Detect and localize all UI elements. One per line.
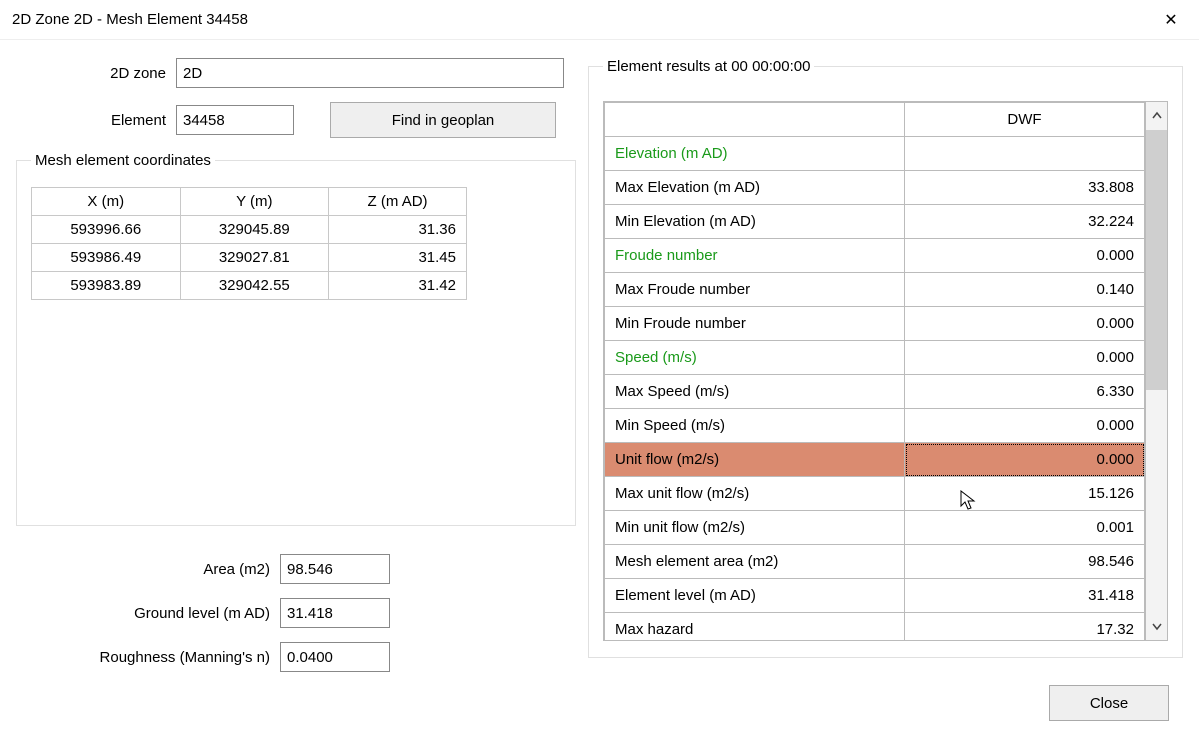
result-label: Max Speed (m/s) bbox=[605, 375, 905, 409]
scroll-up-icon[interactable] bbox=[1146, 102, 1167, 130]
area-input[interactable] bbox=[280, 554, 390, 584]
result-value: 33.808 bbox=[905, 171, 1145, 205]
zone-input[interactable] bbox=[176, 58, 564, 88]
window-title: 2D Zone 2D - Mesh Element 34458 bbox=[12, 11, 1155, 28]
titlebar: 2D Zone 2D - Mesh Element 34458 ✕ bbox=[0, 0, 1199, 40]
zone-label: 2D zone bbox=[16, 65, 176, 82]
element-results-group: Element results at 00 00:00:00 DWF Eleva… bbox=[588, 58, 1183, 658]
scroll-thumb[interactable] bbox=[1146, 130, 1167, 390]
result-value: 0.140 bbox=[905, 273, 1145, 307]
table-row[interactable]: 593986.49329027.8131.45 bbox=[32, 244, 467, 272]
roughness-input[interactable] bbox=[280, 642, 390, 672]
coord-x: 593986.49 bbox=[32, 244, 181, 272]
mesh-coordinates-legend: Mesh element coordinates bbox=[31, 152, 215, 169]
scroll-track[interactable] bbox=[1146, 130, 1167, 612]
coord-header-z: Z (m AD) bbox=[329, 188, 467, 216]
result-value: 0.000 bbox=[905, 409, 1145, 443]
result-value: 17.32 bbox=[905, 613, 1145, 642]
coord-header-x: X (m) bbox=[32, 188, 181, 216]
result-label: Unit flow (m2/s) bbox=[605, 443, 905, 477]
coord-header-y: Y (m) bbox=[180, 188, 329, 216]
table-row[interactable]: Min unit flow (m2/s)0.001 bbox=[605, 511, 1145, 545]
results-header-blank bbox=[605, 103, 905, 137]
result-value: 0.000 bbox=[905, 307, 1145, 341]
results-header-dwf: DWF bbox=[905, 103, 1145, 137]
result-value: 0.001 bbox=[905, 511, 1145, 545]
result-label: Min unit flow (m2/s) bbox=[605, 511, 905, 545]
table-row[interactable]: Min Froude number0.000 bbox=[605, 307, 1145, 341]
result-value: 6.330 bbox=[905, 375, 1145, 409]
result-label: Max Elevation (m AD) bbox=[605, 171, 905, 205]
close-button[interactable]: Close bbox=[1049, 685, 1169, 721]
table-row[interactable]: Min Speed (m/s)0.000 bbox=[605, 409, 1145, 443]
ground-level-input[interactable] bbox=[280, 598, 390, 628]
coord-y: 329027.81 bbox=[180, 244, 329, 272]
result-value: 0.000 bbox=[905, 341, 1145, 375]
table-row[interactable]: Mesh element area (m2)98.546 bbox=[605, 545, 1145, 579]
coord-z: 31.36 bbox=[329, 216, 467, 244]
table-row[interactable]: Min Elevation (m AD)32.224 bbox=[605, 205, 1145, 239]
results-scrollbar[interactable] bbox=[1146, 101, 1168, 641]
find-in-geoplan-button[interactable]: Find in geoplan bbox=[330, 102, 556, 138]
table-row[interactable]: Element level (m AD)31.418 bbox=[605, 579, 1145, 613]
scroll-down-icon[interactable] bbox=[1146, 612, 1167, 640]
coord-z: 31.45 bbox=[329, 244, 467, 272]
result-label: Froude number bbox=[605, 239, 905, 273]
area-label: Area (m2) bbox=[16, 561, 280, 578]
roughness-label: Roughness (Manning's n) bbox=[16, 649, 280, 666]
table-row[interactable]: Max Froude number0.140 bbox=[605, 273, 1145, 307]
coord-z: 31.42 bbox=[329, 272, 467, 300]
table-row[interactable]: Max hazard17.32 bbox=[605, 613, 1145, 642]
result-value: 0.000 bbox=[905, 239, 1145, 273]
result-label: Elevation (m AD) bbox=[605, 137, 905, 171]
close-icon[interactable]: ✕ bbox=[1155, 10, 1187, 30]
table-row[interactable]: Max Elevation (m AD)33.808 bbox=[605, 171, 1145, 205]
table-row[interactable]: 593996.66329045.8931.36 bbox=[32, 216, 467, 244]
element-results-legend: Element results at 00 00:00:00 bbox=[603, 58, 814, 75]
result-label: Speed (m/s) bbox=[605, 341, 905, 375]
table-row[interactable]: Elevation (m AD) bbox=[605, 137, 1145, 171]
coord-y: 329042.55 bbox=[180, 272, 329, 300]
result-value: 98.546 bbox=[905, 545, 1145, 579]
result-value: 31.418 bbox=[905, 579, 1145, 613]
table-row[interactable]: 593983.89329042.5531.42 bbox=[32, 272, 467, 300]
result-label: Max hazard bbox=[605, 613, 905, 642]
result-label: Mesh element area (m2) bbox=[605, 545, 905, 579]
result-value bbox=[905, 137, 1145, 171]
result-label: Element level (m AD) bbox=[605, 579, 905, 613]
result-label: Min Elevation (m AD) bbox=[605, 205, 905, 239]
element-input[interactable] bbox=[176, 105, 294, 135]
results-table[interactable]: DWF Elevation (m AD)Max Elevation (m AD)… bbox=[604, 102, 1145, 641]
result-label: Max Froude number bbox=[605, 273, 905, 307]
ground-level-label: Ground level (m AD) bbox=[16, 605, 280, 622]
result-value: 32.224 bbox=[905, 205, 1145, 239]
result-value: 0.000 bbox=[905, 443, 1145, 477]
coordinates-table[interactable]: X (m) Y (m) Z (m AD) 593996.66329045.893… bbox=[31, 187, 467, 300]
table-row[interactable]: Speed (m/s)0.000 bbox=[605, 341, 1145, 375]
result-value: 15.126 bbox=[905, 477, 1145, 511]
element-label: Element bbox=[16, 112, 176, 129]
result-label: Min Froude number bbox=[605, 307, 905, 341]
mesh-coordinates-group: Mesh element coordinates X (m) Y (m) Z (… bbox=[16, 152, 576, 526]
result-label: Max unit flow (m2/s) bbox=[605, 477, 905, 511]
coord-y: 329045.89 bbox=[180, 216, 329, 244]
table-row[interactable]: Max unit flow (m2/s)15.126 bbox=[605, 477, 1145, 511]
table-row[interactable]: Max Speed (m/s)6.330 bbox=[605, 375, 1145, 409]
result-label: Min Speed (m/s) bbox=[605, 409, 905, 443]
coord-x: 593996.66 bbox=[32, 216, 181, 244]
coord-x: 593983.89 bbox=[32, 272, 181, 300]
table-row[interactable]: Unit flow (m2/s)0.000 bbox=[605, 443, 1145, 477]
table-row[interactable]: Froude number0.000 bbox=[605, 239, 1145, 273]
